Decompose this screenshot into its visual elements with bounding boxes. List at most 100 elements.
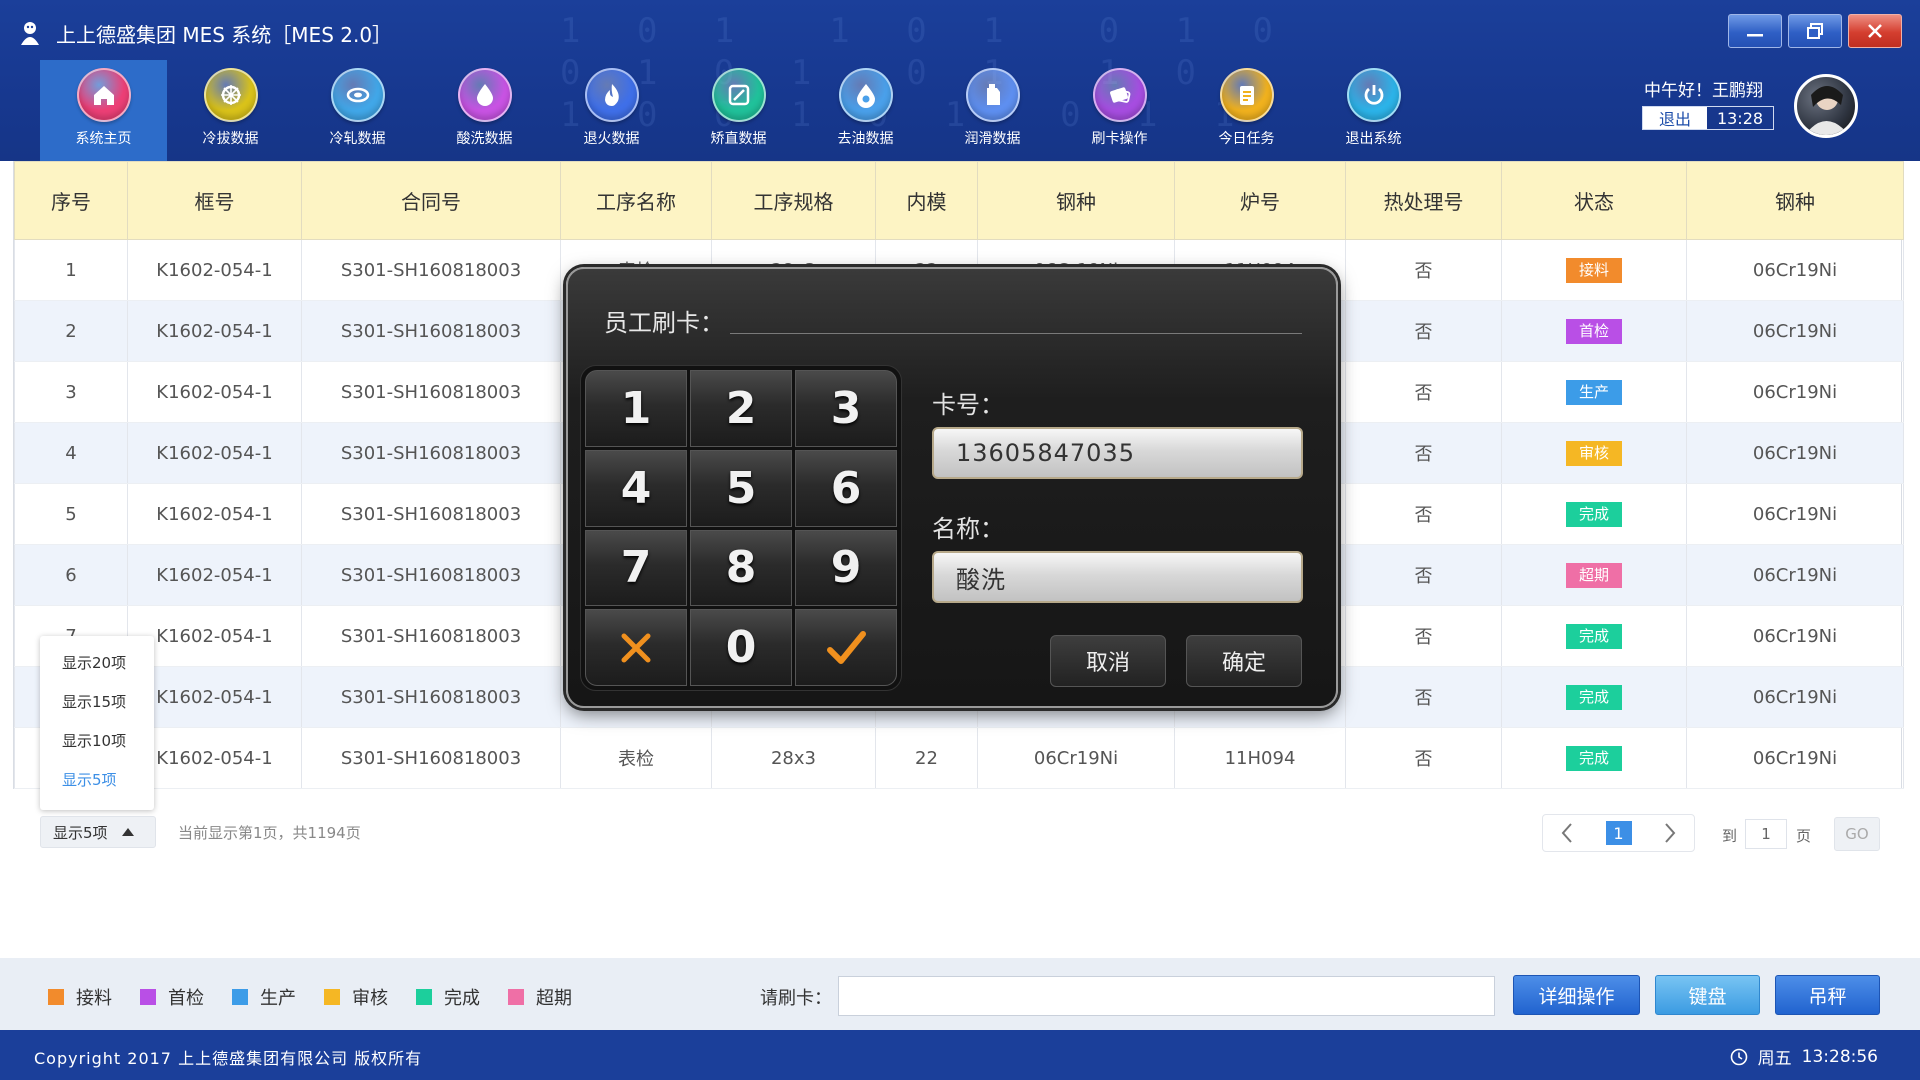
nav-item-4[interactable]: 退火数据 (548, 60, 675, 161)
table-row[interactable]: 9K1602-054-1S301-SH160818003表检28x32206Cr… (14, 727, 1904, 789)
column-header: 状态 (1501, 161, 1687, 240)
digit-key[interactable]: 2 (690, 370, 792, 447)
nav-label: 润滑数据 (964, 131, 1021, 147)
confirm-button[interactable]: 确定 (1186, 635, 1302, 687)
card-input[interactable] (838, 976, 1495, 1016)
employee-name-label: 名称： (932, 515, 1004, 543)
nav-label: 今日任务 (1218, 131, 1275, 147)
page-size-option[interactable]: 显示15项 (40, 683, 154, 722)
cell-heat: 否 (1345, 544, 1502, 606)
employee-name-field[interactable]: 酸洗 (932, 551, 1303, 603)
cell-status: 审核 (1501, 422, 1687, 484)
page-size-dropdown: 显示20项 显示15项 显示10项 显示5项 (40, 636, 154, 810)
digit-key[interactable]: 5 (690, 449, 792, 527)
page-size-option[interactable]: 显示10项 (40, 722, 154, 761)
cell-steel2: 06Cr19Ni (1686, 422, 1904, 484)
close-button[interactable] (1848, 14, 1902, 48)
clock-icon (1730, 1048, 1747, 1065)
card-number-label: 卡号： (932, 391, 1004, 419)
logout-button[interactable]: 退出 (1643, 107, 1707, 129)
cell-status: 完成 (1501, 666, 1687, 728)
go-button[interactable]: GO (1834, 817, 1880, 851)
digit-key[interactable]: 9 (795, 529, 897, 607)
current-page-button[interactable]: 1 (1605, 821, 1632, 845)
dialog-title-underline (730, 333, 1302, 334)
cell-status: 完成 (1501, 483, 1687, 545)
keyboard-button[interactable]: 键盘 (1655, 975, 1760, 1015)
digit-key[interactable]: 0 (690, 609, 792, 686)
mes-app: 1 0 1 1 0 1 0 1 0 0 1 0 1 0 1 1 0 1 0 0 … (0, 0, 1920, 1080)
nav-item-5[interactable]: 矫直数据 (675, 60, 802, 161)
cell-steel2: 06Cr19Ni (1686, 483, 1904, 545)
legend-item: 超期 (508, 984, 572, 1010)
legend-label: 首检 (168, 988, 204, 1009)
column-header: 合同号 (301, 161, 561, 240)
cell-steel2: 06Cr19Ni (1686, 666, 1904, 728)
nav-item-6[interactable]: 去油数据 (802, 60, 929, 161)
cell-frame: K1602-054-1 (127, 239, 302, 301)
legend-label: 完成 (444, 988, 480, 1009)
next-page-button[interactable] (1662, 821, 1678, 845)
cell-contract: S301-SH160818003 (301, 605, 561, 667)
user-session: 退出 13:28 (1642, 106, 1774, 130)
weekday: 周五 (1757, 1049, 1792, 1069)
card-number-field[interactable]: 13605847035 (932, 427, 1303, 479)
page-size-select[interactable]: 显示5项 (40, 816, 156, 848)
goto-page-input[interactable]: 1 (1745, 819, 1787, 849)
enter-key[interactable] (795, 609, 897, 686)
digit-key[interactable]: 8 (690, 529, 792, 607)
minimize-button[interactable] (1728, 14, 1782, 48)
home-icon (76, 68, 131, 122)
digit-key[interactable]: 4 (585, 449, 687, 527)
nav-item-8[interactable]: 刷卡操作 (1056, 60, 1183, 161)
prev-page-button[interactable] (1559, 821, 1575, 845)
cold-roll-icon (330, 68, 385, 122)
close-icon (1868, 24, 1882, 38)
cell-frame: K1602-054-1 (127, 422, 302, 484)
cell-steel2: 06Cr19Ni (1686, 544, 1904, 606)
page-size-option[interactable]: 显示20项 (40, 644, 154, 683)
nav-label: 矫直数据 (710, 131, 767, 147)
avatar[interactable] (1794, 74, 1858, 138)
status-badge: 完成 (1566, 684, 1622, 710)
cell-status: 完成 (1501, 727, 1687, 789)
cell-status: 超期 (1501, 544, 1687, 606)
digit-key[interactable]: 1 (585, 370, 687, 447)
status-badge: 完成 (1566, 501, 1622, 527)
detail-operation-button[interactable]: 详细操作 (1513, 975, 1640, 1015)
nav-item-1[interactable]: 冷拔数据 (167, 60, 294, 161)
legend-item: 首检 (140, 984, 204, 1010)
app-logo-icon (21, 22, 39, 45)
nav-item-10[interactable]: 退出系统 (1310, 60, 1437, 161)
digit-key[interactable]: 6 (795, 449, 897, 527)
cell-steel2: 06Cr19Ni (1686, 605, 1904, 667)
cell-contract: S301-SH160818003 (301, 727, 561, 789)
restore-icon (1807, 23, 1823, 39)
column-header: 内模 (875, 161, 978, 240)
column-header: 框号 (127, 161, 302, 240)
nav-item-0[interactable]: 系统主页 (40, 60, 167, 161)
nav-item-3[interactable]: 酸洗数据 (421, 60, 548, 161)
user-portrait-icon (1805, 86, 1849, 135)
nav-label: 退出系统 (1345, 131, 1402, 147)
cell-process: 表检 (560, 727, 712, 789)
table-header-row: 序号 框号 合同号 工序名称 工序规格 内模 钢种 炉号 热处理号 状态 钢种 (14, 161, 1904, 240)
cell-steel2: 06Cr19Ni (1686, 727, 1904, 789)
page-size-option[interactable]: 显示5项 (40, 761, 154, 800)
cell-contract: S301-SH160818003 (301, 544, 561, 606)
nav-item-2[interactable]: 冷轧数据 (294, 60, 421, 161)
clear-key[interactable] (585, 609, 687, 686)
nav-label: 系统主页 (75, 131, 132, 147)
main-nav: 系统主页 冷拔数据 冷轧数据 酸洗数据 退火数据 矫直数据 去油数据 润滑数据 刷卡操作 今日任务… (40, 60, 1437, 161)
cancel-button[interactable]: 取消 (1050, 635, 1166, 687)
legend-label: 生产 (260, 988, 296, 1009)
restore-button[interactable] (1788, 14, 1842, 48)
clock-time: 13:28:56 (1801, 1046, 1878, 1067)
digit-key[interactable]: 7 (585, 529, 687, 607)
crane-scale-button[interactable]: 吊秤 (1775, 975, 1880, 1015)
goto-suffix: 页 (1796, 827, 1812, 845)
digit-key[interactable]: 3 (795, 370, 897, 447)
minimize-icon (1747, 34, 1763, 37)
nav-item-9[interactable]: 今日任务 (1183, 60, 1310, 161)
nav-item-7[interactable]: 润滑数据 (929, 60, 1056, 161)
